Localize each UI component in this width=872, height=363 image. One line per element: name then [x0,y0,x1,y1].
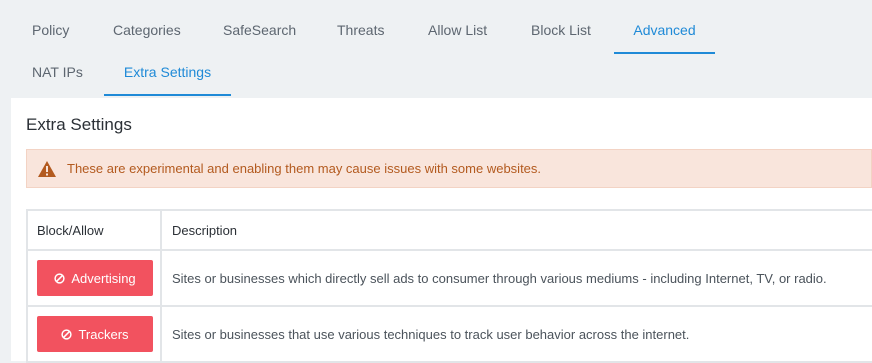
block-circle-icon [54,272,65,284]
tab-policy[interactable]: Policy [32,8,69,52]
tab-nat-ips[interactable]: NAT IPs [32,50,83,94]
row-description: Sites or businesses that use various tec… [172,326,690,342]
tab-advanced[interactable]: Advanced [614,8,715,54]
row-description: Sites or businesses which directly sell … [172,270,827,286]
warning-triangle-icon [38,160,56,177]
trackers-block-button[interactable]: Trackers [37,316,153,352]
row-action-cell: Trackers [28,307,162,361]
experimental-warning-alert: These are experimental and enabling them… [26,149,872,188]
row-action-cell: Advertising [28,251,162,305]
extra-settings-panel: Extra Settings These are experimental an… [11,98,872,363]
tab-advanced-label: Advanced [633,22,696,38]
active-tab-indicator [614,52,715,54]
advertising-button-label: Advertising [71,270,136,286]
tab-categories[interactable]: Categories [113,8,181,52]
advertising-block-button[interactable]: Advertising [37,260,153,296]
block-circle-icon [61,328,73,340]
header-block-allow: Block/Allow [28,211,162,249]
tab-block-list[interactable]: Block List [531,8,591,52]
table-row: Trackers Sites or businesses that use va… [28,307,872,363]
tab-threats[interactable]: Threats [337,8,384,52]
header-description: Description [172,222,238,238]
table-header-row: Block/Allow Description [28,211,872,251]
tab-extra-settings[interactable]: Extra Settings [104,50,231,96]
alert-text: These are experimental and enabling them… [67,161,542,176]
panel-title: Extra Settings [26,115,132,134]
active-subtab-indicator [104,94,231,96]
trackers-button-label: Trackers [78,326,129,342]
extra-settings-table: Block/Allow Description Advertising Site… [26,209,872,363]
table-row: Advertising Sites or businesses which di… [28,251,872,307]
tab-extra-settings-label: Extra Settings [123,64,212,80]
tab-safesearch[interactable]: SafeSearch [223,8,296,52]
tab-allow-list[interactable]: Allow List [428,8,487,52]
